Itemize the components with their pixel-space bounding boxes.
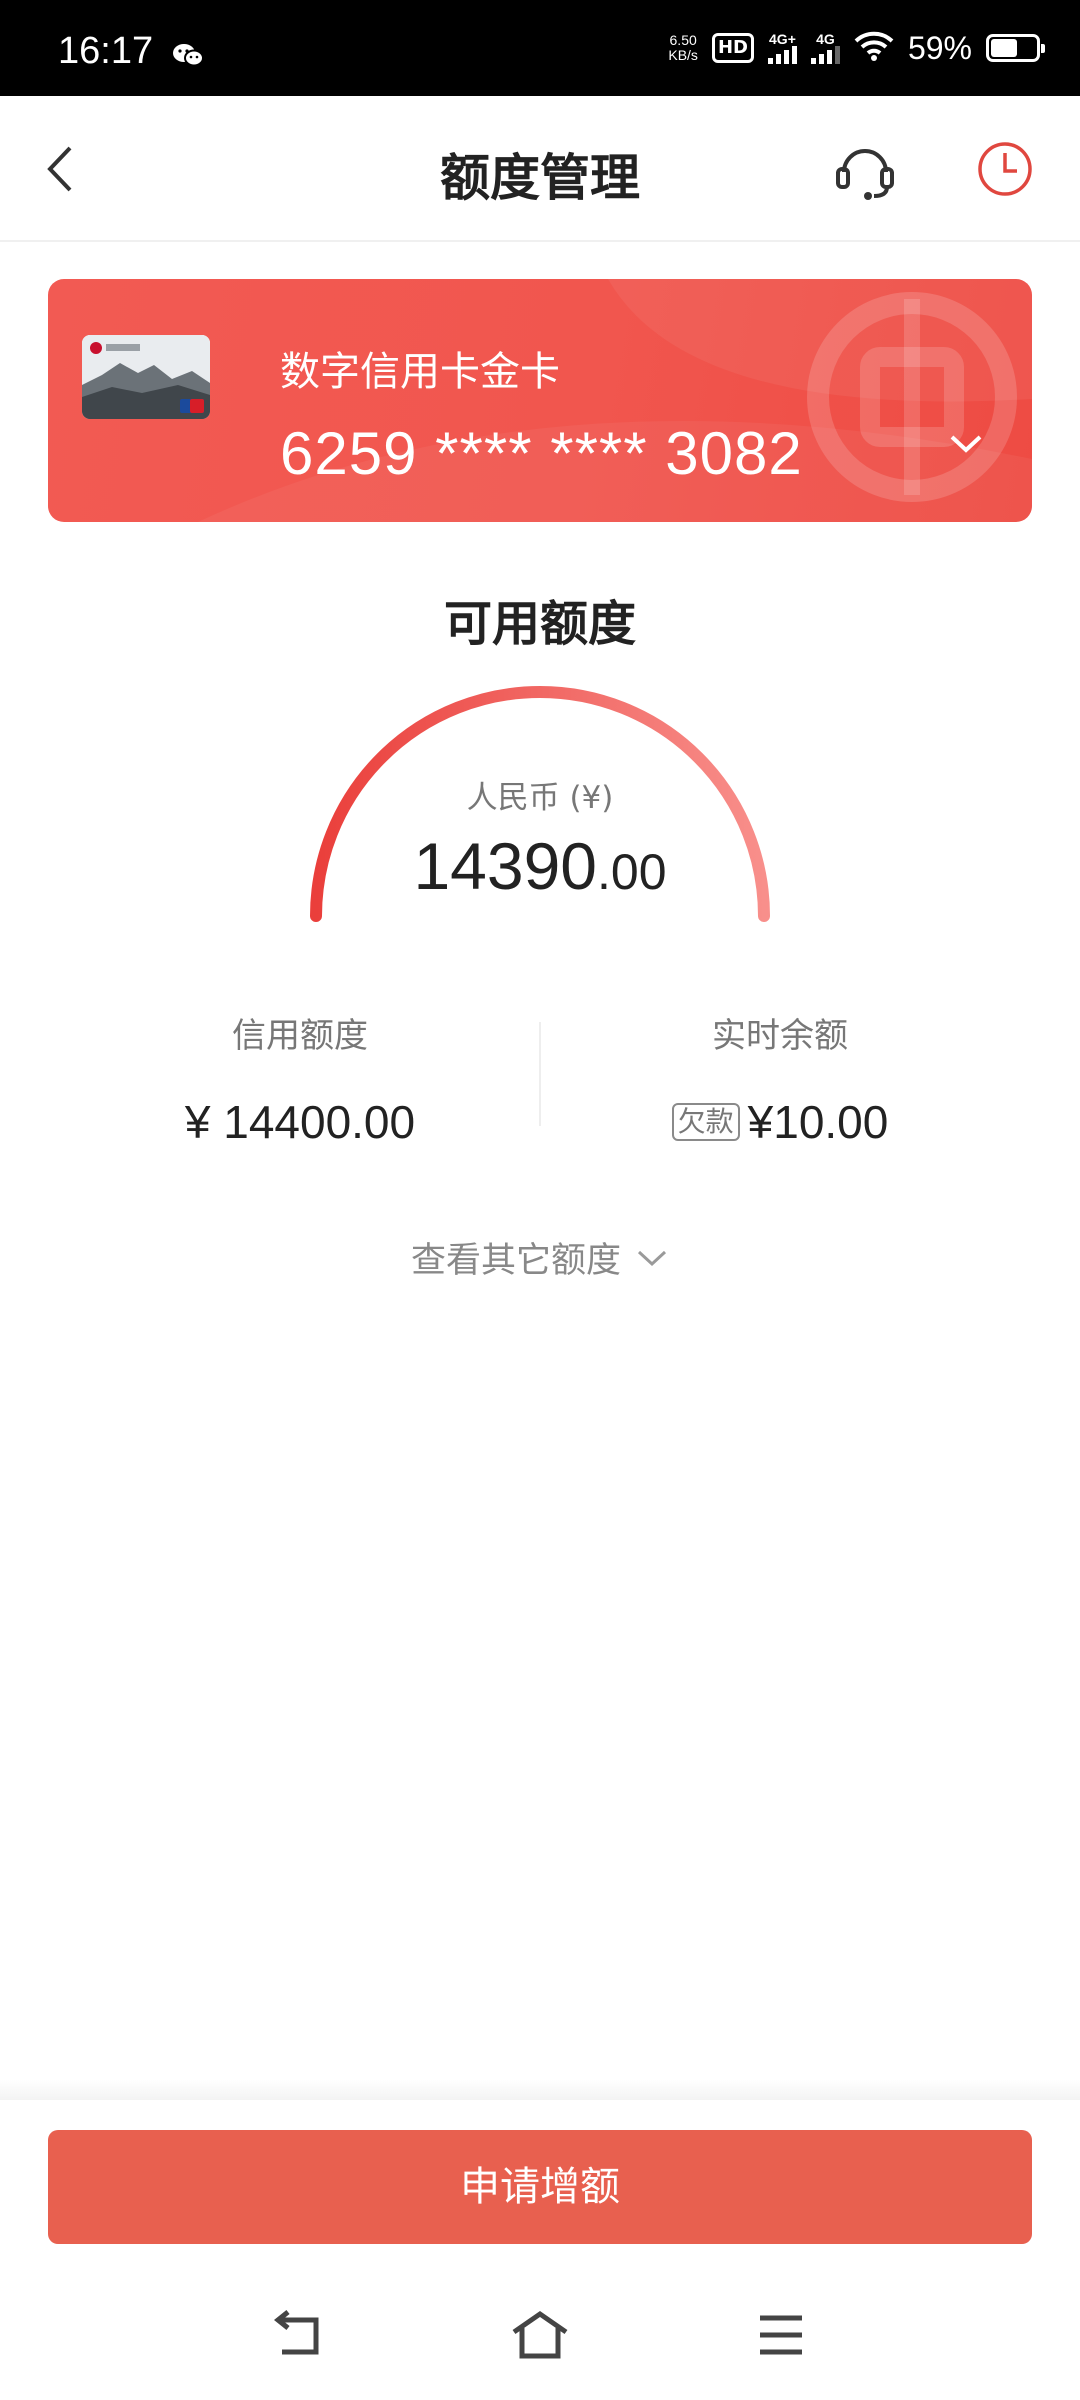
apply-increase-button[interactable]: 申请增额 (48, 2130, 1032, 2244)
customer-service-button[interactable] (830, 136, 900, 206)
card-thumbnail-image (82, 335, 210, 419)
wechat-notification-icon (172, 42, 204, 72)
available-amount: 14390.00 (413, 829, 667, 903)
history-button[interactable] (972, 136, 1038, 202)
view-other-limits-link[interactable]: 查看其它额度 (0, 1232, 1080, 1283)
back-icon[interactable] (270, 2310, 326, 2360)
bottom-bar-shadow (0, 2080, 1080, 2100)
home-icon[interactable] (510, 2310, 570, 2360)
system-navigation-bar (0, 2280, 1080, 2400)
battery-icon (986, 34, 1045, 62)
balance-label: 实时余额 (712, 1016, 848, 1056)
balance-block: 实时余额 欠款 ¥10.00 (580, 1008, 980, 1149)
credit-card-selector[interactable]: 数字信用卡金卡 6259 **** **** 3082 (48, 279, 1032, 522)
page-title: 额度管理 (440, 149, 640, 207)
signal-strength-icon: 4G (810, 32, 840, 64)
network-speed: 6.50 KB/s (668, 32, 698, 63)
battery-percent: 59% (907, 29, 972, 66)
status-bar: 16:17 6.50 KB/s HD 4G+ 4G 59% (0, 0, 1080, 96)
status-time: 16:17 (58, 30, 154, 72)
available-credit-title: 可用额度 (443, 596, 636, 652)
debt-tag: 欠款 (671, 1103, 740, 1141)
currency-label: 人民币 (¥) (466, 780, 614, 816)
chevron-down-icon[interactable] (946, 432, 986, 456)
column-divider (539, 1022, 541, 1126)
clock-icon (978, 142, 1032, 196)
card-name: 数字信用卡金卡 (280, 349, 560, 395)
credit-limit-block: 信用额度 ¥ 14400.00 (100, 1008, 500, 1149)
wifi-icon (854, 30, 894, 66)
credit-limit-value: ¥ 14400.00 (184, 1096, 416, 1148)
credit-limit-label: 信用额度 (232, 1016, 368, 1056)
hd-voice-icon: HD (711, 33, 754, 63)
balance-value: 欠款 ¥10.00 (580, 1095, 980, 1149)
chevron-down-icon (637, 1250, 667, 1266)
signal-strength-icon: 4G+ (767, 32, 797, 64)
headset-icon (836, 149, 894, 200)
card-number: 6259 **** **** 3082 (280, 420, 803, 487)
app-header: 额度管理 (0, 96, 1080, 242)
menu-icon[interactable] (756, 2310, 806, 2360)
